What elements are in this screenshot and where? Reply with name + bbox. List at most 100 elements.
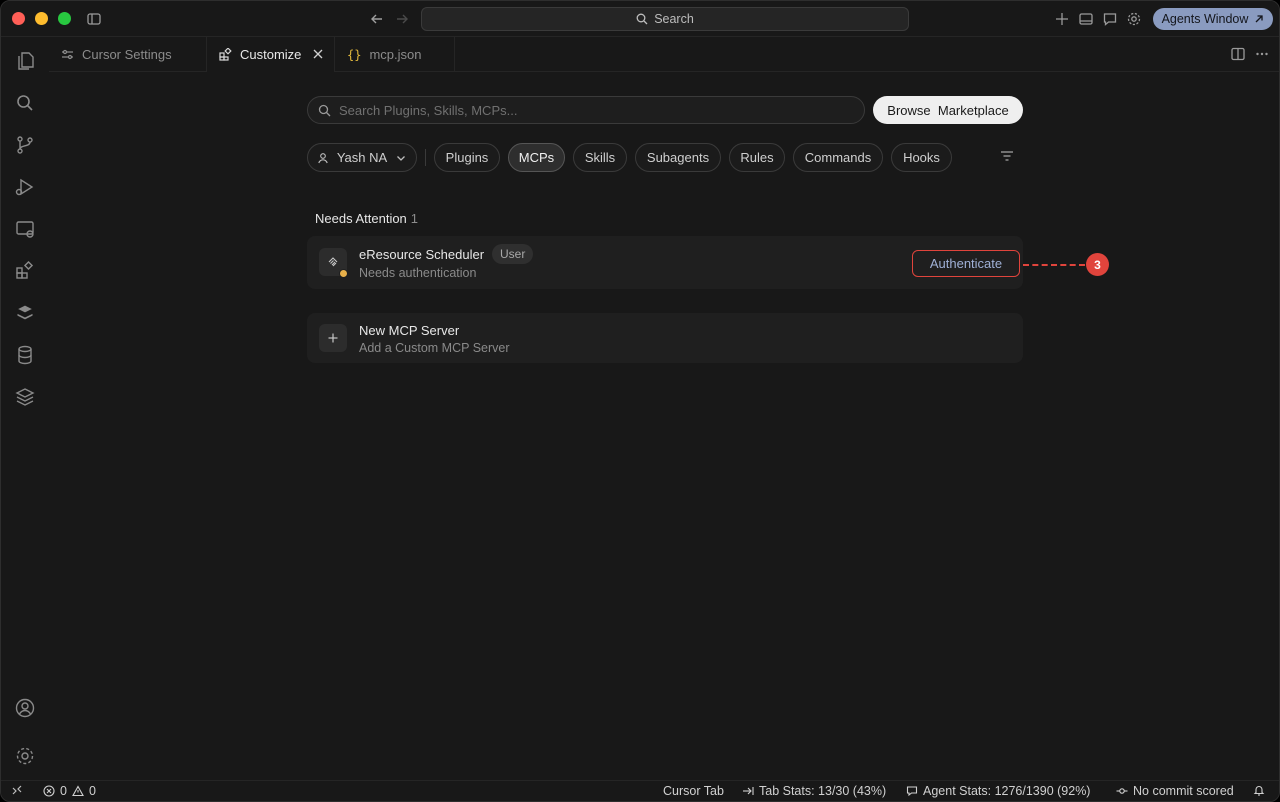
section-count: 1 — [410, 211, 419, 226]
user-selector-label: Yash NA — [336, 150, 388, 165]
run-debug-icon[interactable] — [13, 175, 37, 199]
new-server-subtitle: Add a Custom MCP Server — [359, 341, 510, 355]
extensions-icon[interactable] — [13, 259, 37, 283]
chip-label: Subagents — [646, 150, 710, 165]
chat-bubble-icon — [906, 786, 918, 797]
extensions-icon — [219, 48, 232, 61]
maximize-window-button[interactable] — [58, 12, 71, 25]
commit-score-item[interactable]: No commit scored — [1116, 784, 1234, 798]
tab-label: Customize — [240, 47, 302, 62]
mcp-server-card: eResource Scheduler User Needs authentic… — [307, 236, 1023, 289]
filter-chip-rules[interactable]: Rules — [729, 143, 785, 172]
filter-divider — [425, 149, 426, 166]
server-status-text: Needs authentication — [359, 266, 477, 280]
chevron-down-icon — [397, 155, 406, 161]
back-arrow-icon[interactable] — [368, 10, 386, 28]
notifications-bell-icon[interactable] — [1253, 784, 1265, 796]
annotation-marker: 3 — [1086, 253, 1109, 276]
status-bar: 0 0 Cursor Tab Tab Stats: 13/30 (43%) Ag… — [1, 780, 1279, 801]
forward-arrow-icon[interactable] — [393, 10, 411, 28]
source-control-icon[interactable] — [13, 133, 37, 157]
toggle-sidebar-icon[interactable] — [85, 10, 103, 28]
json-braces-icon: {} — [347, 47, 362, 62]
tab-mcp-json[interactable]: {} mcp.json — [335, 37, 455, 72]
app-window: Search Agents Window Cursor Settings Cus… — [0, 0, 1280, 802]
filter-chip-subagents[interactable]: Subagents — [635, 143, 721, 172]
filter-chip-plugins[interactable]: Plugins — [434, 143, 500, 172]
tab-arrow-icon — [743, 787, 754, 795]
tab-label: mcp.json — [369, 47, 422, 62]
tab-label: Cursor Settings — [82, 47, 172, 62]
tab-cursor-settings[interactable]: Cursor Settings — [49, 37, 207, 72]
filter-chip-mcps[interactable]: MCPs — [508, 143, 565, 172]
user-selector-dropdown[interactable]: Yash NA — [307, 143, 417, 172]
browse-marketplace-label: Browse Marketplace — [887, 102, 1009, 118]
commit-label: No commit scored — [1133, 784, 1234, 798]
filter-lines-icon[interactable] — [999, 148, 1015, 164]
error-circle-icon — [43, 785, 55, 797]
authenticate-label: Authenticate — [929, 256, 1003, 271]
account-icon[interactable] — [13, 696, 37, 720]
agents-window-button[interactable]: Agents Window — [1153, 8, 1273, 30]
search-placeholder: Search Plugins, Skills, MCPs... — [339, 102, 518, 118]
stacked-layers-icon[interactable] — [13, 301, 37, 325]
needs-attention-heading: Needs Attention 1 — [315, 211, 418, 226]
title-bar: Search Agents Window — [1, 1, 1279, 37]
add-icon-container — [319, 324, 347, 352]
agent-stats-label: Agent Stats: 1276/1390 (92%) — [923, 784, 1091, 798]
manage-gear-icon[interactable] — [13, 744, 37, 768]
chip-label: Skills — [584, 150, 616, 165]
tab-customize[interactable]: Customize — [207, 37, 335, 72]
section-title-text: Needs Attention — [315, 211, 407, 226]
customize-panel: Search Plugins, Skills, MCPs... Browse M… — [49, 72, 1279, 780]
chip-label: Hooks — [903, 150, 940, 165]
filter-chip-hooks[interactable]: Hooks — [891, 143, 952, 172]
layers-icon[interactable] — [13, 385, 37, 409]
problems-indicator[interactable]: 0 0 — [43, 784, 96, 798]
filter-chip-commands[interactable]: Commands — [793, 143, 883, 172]
mcp-logo-icon — [328, 257, 338, 267]
tab-stats-label: Tab Stats: 13/30 (43%) — [759, 784, 887, 798]
warning-triangle-icon — [72, 785, 84, 797]
more-actions-icon[interactable] — [1253, 45, 1271, 63]
authenticate-button[interactable]: Authenticate — [912, 250, 1020, 277]
remote-indicator-icon[interactable] — [11, 784, 23, 796]
chip-label: Commands — [804, 150, 872, 165]
chip-label: Rules — [740, 150, 774, 165]
search-icon[interactable] — [13, 91, 37, 115]
agent-stats-item[interactable]: Agent Stats: 1276/1390 (92%) — [906, 784, 1090, 798]
close-window-button[interactable] — [12, 12, 25, 25]
chip-label: Plugins — [445, 150, 489, 165]
new-chat-plus-icon[interactable] — [1053, 10, 1071, 28]
command-search-bar[interactable]: Search — [421, 7, 909, 31]
warning-count: 0 — [88, 784, 96, 798]
agents-window-label: Agents Window — [1161, 12, 1249, 26]
browse-marketplace-button[interactable]: Browse Marketplace — [873, 96, 1023, 124]
cursor-tab-label: Cursor Tab — [663, 784, 724, 798]
annotation-dashed-line — [1023, 264, 1085, 266]
remote-explorer-icon[interactable] — [13, 217, 37, 241]
close-tab-icon[interactable] — [312, 48, 324, 60]
minimize-window-button[interactable] — [35, 12, 48, 25]
search-label: Search — [654, 12, 694, 26]
server-name: eResource Scheduler — [359, 247, 485, 262]
tab-stats-item[interactable]: Tab Stats: 13/30 (43%) — [742, 784, 886, 798]
new-server-title: New MCP Server — [359, 323, 460, 338]
split-editor-icon[interactable] — [1229, 45, 1247, 63]
commit-icon — [1116, 788, 1128, 794]
pending-status-dot — [339, 269, 348, 278]
filter-chip-skills[interactable]: Skills — [573, 143, 627, 172]
explorer-files-icon[interactable] — [13, 49, 37, 73]
panel-layout-icon[interactable] — [1077, 10, 1095, 28]
chat-bubble-icon[interactable] — [1101, 10, 1119, 28]
activity-bar — [1, 37, 49, 780]
search-icon — [318, 104, 331, 116]
database-icon[interactable] — [13, 343, 37, 367]
editor-tab-bar: Cursor Settings Customize {} mcp.json — [49, 37, 1279, 72]
plus-icon — [328, 333, 338, 343]
settings-gear-icon[interactable] — [1125, 10, 1143, 28]
cursor-tab-item[interactable]: Cursor Tab — [663, 784, 724, 798]
error-count: 0 — [60, 784, 67, 798]
new-mcp-server-card[interactable]: New MCP Server Add a Custom MCP Server — [307, 313, 1023, 363]
plugins-search-input[interactable]: Search Plugins, Skills, MCPs... — [307, 96, 865, 124]
